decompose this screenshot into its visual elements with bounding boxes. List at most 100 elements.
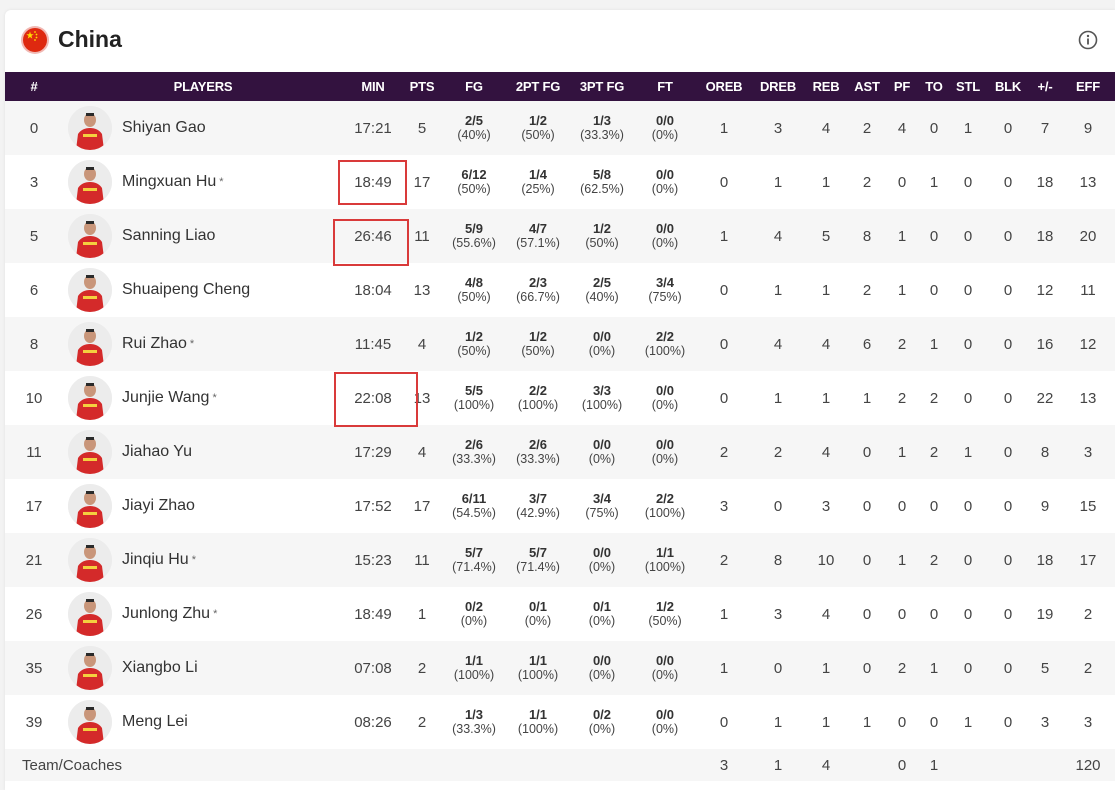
stat-cell: 0 xyxy=(929,281,939,299)
stat-cell: 0 xyxy=(897,605,907,623)
column-header[interactable]: +/- xyxy=(1029,72,1061,101)
column-header[interactable]: PF xyxy=(885,72,919,101)
column-header[interactable]: MIN xyxy=(343,72,403,101)
column-header[interactable]: PTS xyxy=(403,72,441,101)
column-header[interactable]: FG xyxy=(441,72,507,101)
fg-cell: 2/6 (33.3%) xyxy=(441,425,507,479)
team-coaches-label: Team/Coaches xyxy=(22,756,123,774)
fg2-made-attempted: 4/7 xyxy=(528,221,548,236)
column-header[interactable]: TO xyxy=(919,72,949,101)
table-row[interactable]: 39 Meng Lei 08:26 2 1/3 (33.3%) 1/1 (100%) 0/2 (0… xyxy=(5,695,1115,749)
info-circle-icon[interactable] xyxy=(1078,30,1098,50)
fg2-cell: 5/7 (71.4%) xyxy=(507,533,569,587)
table-row[interactable]: 6 Shuaipeng Cheng 18:04 13 4/8 (50%) 2/3 (66.7%… xyxy=(5,263,1115,317)
player-cell[interactable]: Jiahao Yu xyxy=(63,425,343,479)
fg2-percentage: (0%) xyxy=(524,614,552,628)
stat-cell: 2 xyxy=(862,281,872,299)
player-cell[interactable]: Rui Zhao * xyxy=(63,317,343,371)
table-row[interactable]: 0 Shiyan Gao 17:21 5 2/5 (40%) 1/2 (50%) 1/3 (33.… xyxy=(5,101,1115,155)
column-header[interactable]: AST xyxy=(849,72,885,101)
points-cell: 17 xyxy=(413,173,431,191)
stat-cell: 4 xyxy=(773,227,783,245)
column-header[interactable]: PLAYERS xyxy=(63,72,343,101)
stat-cell: 0 xyxy=(1003,119,1013,137)
player-cell[interactable]: Jiayi Zhao xyxy=(63,479,343,533)
player-name-link[interactable]: Shuaipeng Cheng xyxy=(122,281,250,299)
player-name-link[interactable]: Mingxuan Hu xyxy=(122,173,216,191)
player-cell[interactable]: Xiangbo Li xyxy=(63,641,343,695)
ft-made-attempted: 0/0 xyxy=(655,437,675,452)
table-row[interactable]: 8 Rui Zhao * 11:45 4 1/2 (50%) 1/2 (50%) 0/0 (0%) 2… xyxy=(5,317,1115,371)
jersey-number: 5 xyxy=(29,227,39,245)
player-cell[interactable]: Mingxuan Hu * xyxy=(63,155,343,209)
fg-cell: 6/12 (50%) xyxy=(441,155,507,209)
fg-cell: 1/2 (50%) xyxy=(441,317,507,371)
stat-cell: 0 xyxy=(862,443,872,461)
points-cell: 2 xyxy=(417,713,427,731)
stat-cell: 0 xyxy=(929,227,939,245)
player-cell[interactable]: Junjie Wang * xyxy=(63,371,343,425)
fg3-made-attempted: 1/2 xyxy=(592,221,612,236)
player-cell[interactable]: Shuaipeng Cheng xyxy=(63,263,343,317)
stat-cell: 0 xyxy=(1003,281,1013,299)
column-header[interactable]: # xyxy=(5,72,63,101)
player-name-link[interactable]: Jiayi Zhao xyxy=(122,497,195,515)
fg-made-attempted: 2/5 xyxy=(464,113,484,128)
table-row[interactable]: 17 Jiayi Zhao 17:52 17 6/11 (54.5%) 3/7 (42.9%)… xyxy=(5,479,1115,533)
fg3-made-attempted: 5/8 xyxy=(592,167,612,182)
table-row[interactable]: 21 Jinqiu Hu * 15:23 11 5/7 (71.4%) 5/7 (71.4%) 0… xyxy=(5,533,1115,587)
player-cell[interactable]: Meng Lei xyxy=(63,695,343,749)
fg-percentage: (0%) xyxy=(460,614,488,628)
box-score-table: # PLAYERS MIN PTS FG 2PT FG 3PT FG FT OREB DREB RE… xyxy=(5,72,1115,781)
table-row[interactable]: 26 Junlong Zhu * 18:49 1 0/2 (0%) 0/1 (0%) 0/1 (0%… xyxy=(5,587,1115,641)
column-header[interactable]: 3PT FG xyxy=(569,72,635,101)
fg-made-attempted: 1/1 xyxy=(464,653,484,668)
player-cell[interactable]: Jinqiu Hu * xyxy=(63,533,343,587)
fg2-made-attempted: 1/4 xyxy=(528,167,548,182)
stat-cell: 1 xyxy=(897,551,907,569)
column-header[interactable]: DREB xyxy=(753,72,803,101)
stat-cell: 18 xyxy=(1036,227,1054,245)
player-cell[interactable]: Junlong Zhu * xyxy=(63,587,343,641)
empty-cell xyxy=(1029,749,1061,781)
stat-cell: 0 xyxy=(1003,659,1013,677)
ft-percentage: (100%) xyxy=(644,560,686,574)
table-row[interactable]: 5 Sanning Liao 26:46 11 5/9 (55.6%) 4/7 (57.1%)… xyxy=(5,209,1115,263)
player-name-link[interactable]: Jinqiu Hu xyxy=(122,551,189,569)
stat-cell: 1 xyxy=(897,227,907,245)
player-cell[interactable]: Sanning Liao xyxy=(63,209,343,263)
stat-cell: 0 xyxy=(1003,443,1013,461)
column-header[interactable]: REB xyxy=(803,72,849,101)
player-avatar xyxy=(68,430,112,474)
stat-cell: 0 xyxy=(929,605,939,623)
ft-made-attempted: 0/0 xyxy=(655,653,675,668)
table-row[interactable]: 3 Mingxuan Hu * 18:49 17 6/12 (50%) 1/4 (25%) 5/8… xyxy=(5,155,1115,209)
column-header[interactable]: 2PT FG xyxy=(507,72,569,101)
player-name-link[interactable]: Sanning Liao xyxy=(122,227,215,245)
fg-cell: 5/5 (100%) xyxy=(441,371,507,425)
stat-cell: 0 xyxy=(1003,605,1013,623)
jersey-number: 26 xyxy=(25,605,43,623)
player-name-link[interactable]: Meng Lei xyxy=(122,713,188,731)
player-name-link[interactable]: Junjie Wang xyxy=(122,389,209,407)
fg-made-attempted: 1/3 xyxy=(464,707,484,722)
fg-made-attempted: 6/12 xyxy=(461,167,487,182)
column-header[interactable]: EFF xyxy=(1061,72,1115,101)
table-row[interactable]: 10 Junjie Wang * 22:08 13 5/5 (100%) 2/2 (100%) 3… xyxy=(5,371,1115,425)
player-name-link[interactable]: Rui Zhao xyxy=(122,335,187,353)
column-header[interactable]: STL xyxy=(949,72,987,101)
player-name-link[interactable]: Shiyan Gao xyxy=(122,119,206,137)
player-name-link[interactable]: Jiahao Yu xyxy=(122,443,192,461)
column-header[interactable]: OREB xyxy=(695,72,753,101)
player-name-link[interactable]: Xiangbo Li xyxy=(122,659,198,677)
player-name-link[interactable]: Junlong Zhu xyxy=(122,605,210,623)
column-header[interactable]: BLK xyxy=(987,72,1029,101)
table-row[interactable]: 11 Jiahao Yu 17:29 4 2/6 (33.3%) 2/6 (33.3%) 0/0… xyxy=(5,425,1115,479)
fg-cell: 4/8 (50%) xyxy=(441,263,507,317)
column-header[interactable]: FT xyxy=(635,72,695,101)
fg-made-attempted: 5/9 xyxy=(464,221,484,236)
stat-cell: 2 xyxy=(773,443,783,461)
fg-cell: 0/2 (0%) xyxy=(441,587,507,641)
player-cell[interactable]: Shiyan Gao xyxy=(63,101,343,155)
table-row[interactable]: 35 Xiangbo Li 07:08 2 1/1 (100%) 1/1 (100%) 0/0(… xyxy=(5,641,1115,695)
